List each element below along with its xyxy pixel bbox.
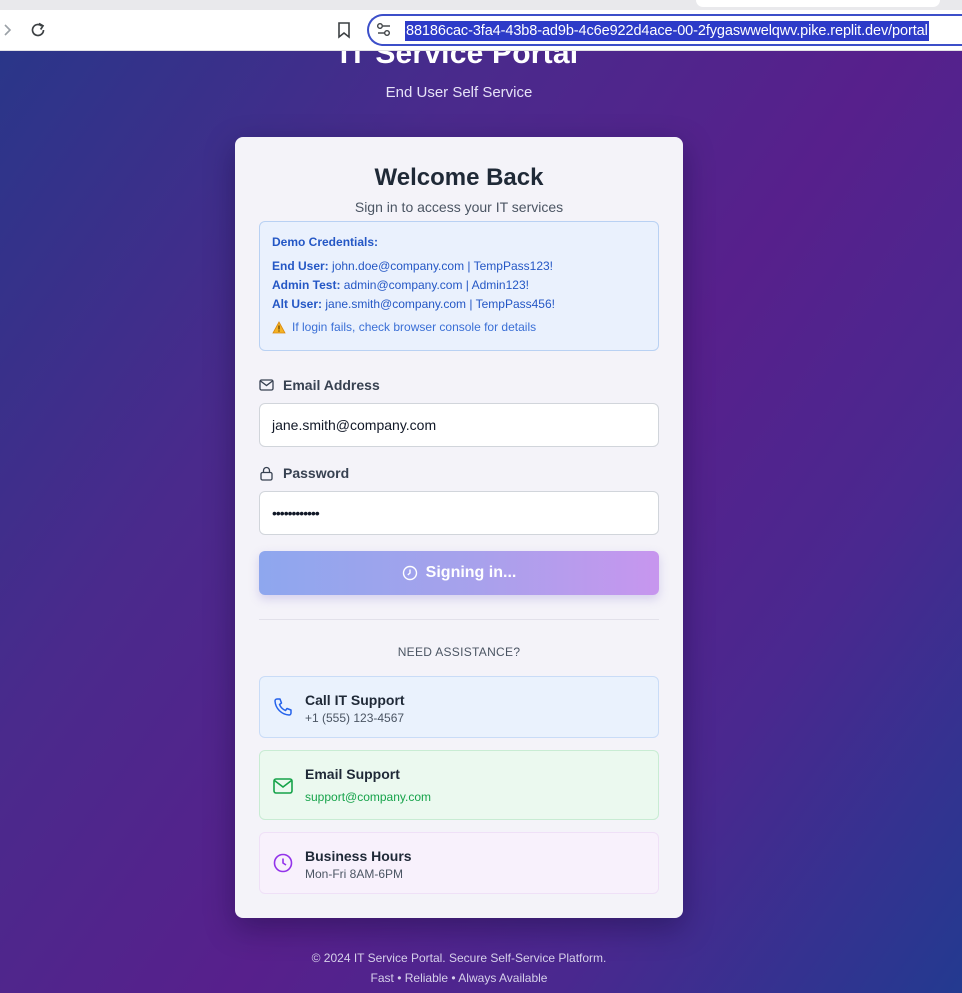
sign-in-button[interactable]: Signing in... (259, 551, 659, 595)
demo-line-end-user: End User: john.doe@company.com | TempPas… (272, 259, 554, 273)
clock-icon (402, 565, 417, 581)
site-settings-icon[interactable] (375, 21, 393, 39)
portal-page: IT Service Portal End User Self Service … (0, 51, 962, 993)
assistance-heading: NEED ASSISTANCE? (397, 645, 521, 659)
phone-icon (274, 698, 292, 716)
forward-icon[interactable] (0, 19, 18, 41)
password-label: Password (259, 465, 349, 481)
address-bar[interactable]: 88186cac-3fa4-43b8-ad9b-4c6e922d4ace-00-… (367, 14, 962, 46)
login-card: Welcome Back Sign in to access your IT s… (235, 137, 683, 918)
reload-icon[interactable] (27, 19, 49, 41)
demo-line-admin: Admin Test: admin@company.com | Admin123… (272, 278, 529, 292)
login-subtitle: Sign in to access your IT services (354, 199, 564, 215)
lock-icon (260, 466, 273, 481)
browser-toolbar: 88186cac-3fa4-43b8-ad9b-4c6e922d4ace-00-… (0, 10, 962, 51)
bookmark-icon[interactable] (333, 19, 355, 41)
mail-icon (259, 379, 274, 391)
footer-copyright: © 2024 IT Service Portal. Secure Self-Se… (311, 951, 607, 965)
support-card-email[interactable]: Email Support support@company.com (259, 750, 659, 820)
demo-heading: Demo Credentials: (272, 235, 379, 249)
page-subtitle: End User Self Service (385, 84, 533, 101)
support-card-hours: Business Hours Mon-Fri 8AM-6PM (259, 832, 659, 894)
browser-tab[interactable] (696, 0, 940, 7)
divider (259, 619, 659, 620)
demo-credentials-box: Demo Credentials: End User: john.doe@com… (259, 221, 659, 351)
mail-icon (273, 778, 293, 794)
support-card-phone[interactable]: Call IT Support +1 (555) 123-4567 (259, 676, 659, 738)
login-title: Welcome Back (374, 164, 544, 191)
warning-icon (272, 320, 286, 333)
url-text[interactable]: 88186cac-3fa4-43b8-ad9b-4c6e922d4ace-00-… (405, 21, 929, 41)
clock-icon (273, 853, 293, 873)
password-field[interactable]: •••••••••••• (259, 491, 659, 535)
email-label: Email Address (259, 377, 380, 393)
email-field[interactable]: jane.smith@company.com (259, 403, 659, 447)
demo-warning: If login fails, check browser console fo… (272, 320, 646, 334)
footer-tagline: Fast • Reliable • Always Available (370, 971, 548, 985)
browser-tab-strip (0, 0, 962, 10)
page-title: IT Service Portal (339, 51, 579, 70)
demo-line-alt-user: Alt User: jane.smith@company.com | TempP… (272, 297, 555, 311)
